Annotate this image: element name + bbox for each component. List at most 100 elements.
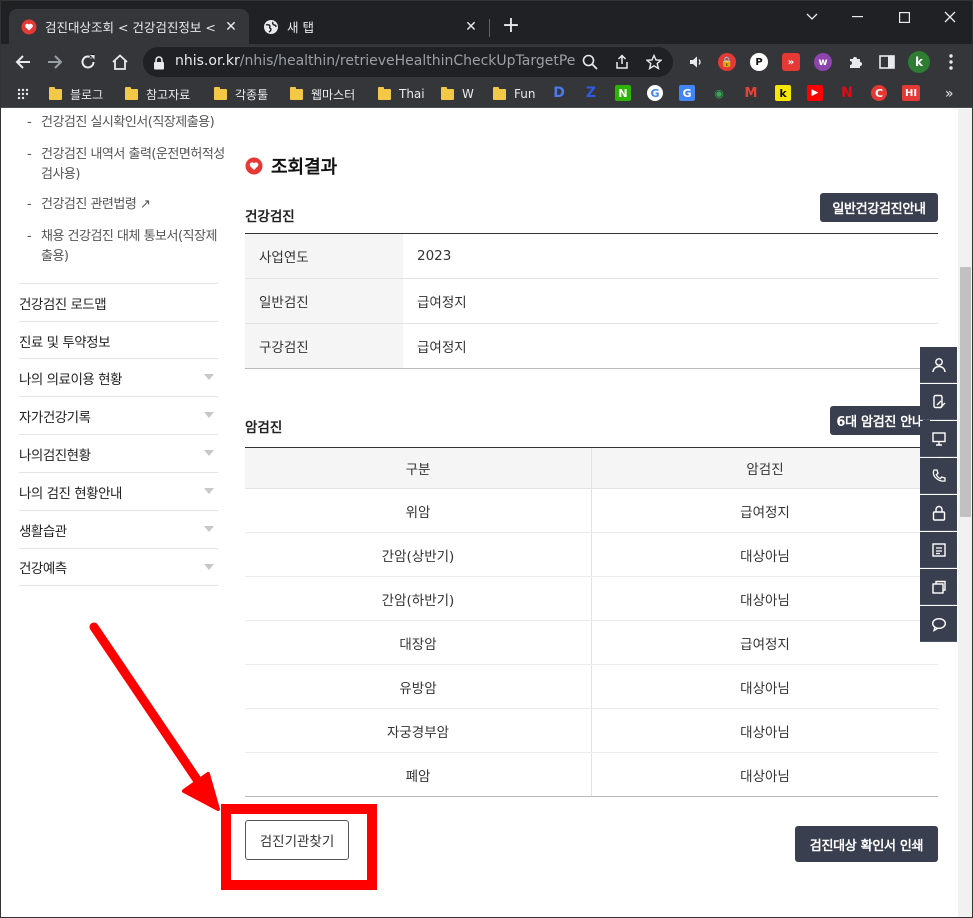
bookmark-kakao-icon[interactable]: k: [775, 85, 791, 101]
caret-down-icon: [204, 412, 214, 418]
puzzle-icon[interactable]: [846, 53, 864, 71]
lock-icon[interactable]: [153, 55, 165, 74]
table-row: 일반검진 급여정지: [245, 279, 938, 324]
menu-dots-icon[interactable]: [942, 53, 960, 71]
user-icon[interactable]: [920, 347, 957, 383]
bookmark-folder[interactable]: Thai: [378, 85, 425, 103]
bookmark-folder[interactable]: 각종툴: [214, 85, 268, 103]
zoom-search-icon[interactable]: [581, 53, 599, 71]
sidebar-item-roadmap[interactable]: 건강검진 로드맵: [19, 283, 218, 321]
page-title: 조회결과: [245, 153, 337, 179]
browser-toolbar: nhis.or.kr/nhis/healthin/retrieveHealthi…: [1, 44, 972, 80]
bookmark-translate-icon[interactable]: G: [679, 85, 695, 101]
bookmark-z-icon[interactable]: Z: [583, 85, 599, 101]
globe-icon: [263, 19, 279, 35]
maximize-icon[interactable]: [881, 5, 927, 29]
sublink-checkup-history[interactable]: - 건강검진 내역서 출력(운전면허적성검사용): [27, 145, 227, 185]
table-row: 구강검진 급여정지: [245, 324, 938, 369]
print-confirmation-button[interactable]: 검진대상 확인서 인쇄: [795, 826, 938, 862]
back-icon[interactable]: [11, 50, 35, 74]
sublink-checkup-confirmation[interactable]: - 건강검진 실시확인서(직장제출용): [27, 113, 227, 133]
sidebar-item-medical-usage[interactable]: 나의 의료이용 현황: [19, 358, 218, 396]
star-icon[interactable]: [645, 53, 663, 71]
heart-badge-icon: [245, 157, 263, 175]
sidebar-item-my-checkup[interactable]: 나의검진현황: [19, 434, 218, 472]
sublink-laws[interactable]: - 건강검진 관련법령 ↗: [27, 195, 227, 215]
browser-window: 검진대상조회 < 건강검진정보 < ✕ 새 탭 ✕ + nhis.or.kr/n…: [0, 0, 973, 918]
address-bar[interactable]: nhis.or.kr/nhis/healthin/retrieveHealthi…: [143, 47, 673, 77]
reload-icon[interactable]: [76, 50, 100, 74]
phone-icon[interactable]: [920, 458, 957, 494]
tab-strip: 검진대상조회 < 건강검진정보 < ✕ 새 탭 ✕ +: [1, 1, 972, 44]
bookmark-gmail-icon[interactable]: M: [743, 85, 759, 101]
sidepanel-icon[interactable]: [878, 53, 896, 71]
ext-w-icon[interactable]: w: [814, 53, 832, 71]
monitor-icon[interactable]: [920, 421, 957, 457]
caret-down-icon: [204, 488, 214, 494]
caret-down-icon: [204, 526, 214, 532]
home-icon[interactable]: [108, 50, 132, 74]
bookmark-folder[interactable]: 블로그: [49, 85, 103, 103]
sidebar-item-treatment[interactable]: 진료 및 투약정보: [19, 321, 218, 359]
table-row: 대장암 급여정지: [245, 621, 938, 665]
bookmark-c-icon[interactable]: C: [871, 85, 887, 101]
folder-icon: [49, 86, 62, 100]
close-icon[interactable]: ✕: [221, 17, 241, 37]
ext-p-icon[interactable]: P: [750, 53, 768, 71]
bookmark-netflix-icon[interactable]: N: [839, 85, 855, 101]
folder-icon: [125, 86, 138, 100]
cancer-checkup-guide-button[interactable]: 6대 암검진 안내: [830, 406, 930, 435]
caret-down-icon: [204, 564, 214, 570]
general-checkup-guide-button[interactable]: 일반건강검진안내: [820, 193, 938, 222]
scrollbar[interactable]: [958, 109, 972, 917]
bookmark-folder[interactable]: Fun: [493, 85, 535, 103]
bookmarks-more-button[interactable]: »: [945, 85, 954, 103]
bookmark-maps-icon[interactable]: ◉: [711, 85, 727, 101]
scrollbar-thumb[interactable]: [960, 267, 971, 517]
tab-nhis[interactable]: 검진대상조회 < 건강검진정보 < ✕: [9, 9, 249, 44]
bookmark-hi-icon[interactable]: HI: [902, 85, 920, 101]
speaker-icon[interactable]: [687, 53, 705, 71]
lock-icon[interactable]: [920, 495, 957, 531]
ext-lock-icon[interactable]: 🔒: [718, 53, 736, 71]
tab-new[interactable]: 새 탭 ✕: [251, 9, 489, 44]
bookmark-naver-icon[interactable]: N: [615, 85, 631, 101]
quick-menu: [920, 347, 957, 642]
document-icon[interactable]: [920, 532, 957, 568]
ext-fast-forward-icon[interactable]: »: [782, 53, 800, 71]
table-header: 구분 암검진: [245, 448, 938, 489]
bookmark-folder[interactable]: 참고자료: [125, 85, 190, 103]
chat-icon[interactable]: [920, 606, 957, 642]
folder-icon: [493, 86, 506, 100]
bookmark-d-icon[interactable]: D: [551, 85, 567, 101]
bookmark-google-icon[interactable]: G: [647, 85, 663, 101]
sidebar-item-self-record[interactable]: 자가건강기록: [19, 396, 218, 434]
folder-icon: [290, 86, 303, 100]
tab-search-icon[interactable]: [789, 5, 835, 29]
sidebar-item-checkup-guide[interactable]: 나의 검진 현황안내: [19, 472, 218, 510]
close-icon[interactable]: ✕: [461, 17, 481, 37]
annotation-highlight-box: [221, 804, 377, 890]
close-window-icon[interactable]: [927, 5, 972, 29]
apps-icon[interactable]: [17, 85, 29, 103]
annotation-arrow: [89, 622, 220, 811]
url-text: nhis.or.kr/nhis/healthin/retrieveHealthi…: [175, 53, 575, 69]
phone-doc-icon[interactable]: [920, 384, 957, 420]
share-icon[interactable]: [613, 53, 631, 71]
bookmark-folder[interactable]: 웹마스터: [290, 85, 355, 103]
page-content: - 건강검진 실시확인서(직장제출용) - 건강검진 내역서 출력(운전면허적성검사…: [1, 109, 958, 917]
copy-icon[interactable]: [920, 569, 957, 605]
forward-icon[interactable]: [43, 50, 67, 74]
bookmark-folder[interactable]: W: [441, 85, 474, 103]
bookmark-youtube-icon[interactable]: ▶: [807, 85, 823, 101]
cancer-checkup-table: 구분 암검진 위암 급여정지 간암(상반기) 대상아님 간암(하반기) 대상아님 대장…: [245, 447, 938, 797]
avatar[interactable]: k: [908, 51, 930, 73]
table-row: 간암(상반기) 대상아님: [245, 533, 938, 577]
folder-icon: [441, 86, 454, 100]
sidebar-item-health-forecast[interactable]: 건강예측: [19, 548, 218, 586]
health-checkup-table: 사업연도 2023 일반검진 급여정지 구강검진 급여정지: [245, 233, 938, 369]
sublink-employment-notice[interactable]: - 채용 건강검진 대체 통보서(직장제출용): [27, 227, 227, 267]
minimize-icon[interactable]: [835, 5, 881, 29]
sidebar-item-lifestyle[interactable]: 생활습관: [19, 510, 218, 548]
new-tab-button[interactable]: +: [499, 15, 523, 39]
